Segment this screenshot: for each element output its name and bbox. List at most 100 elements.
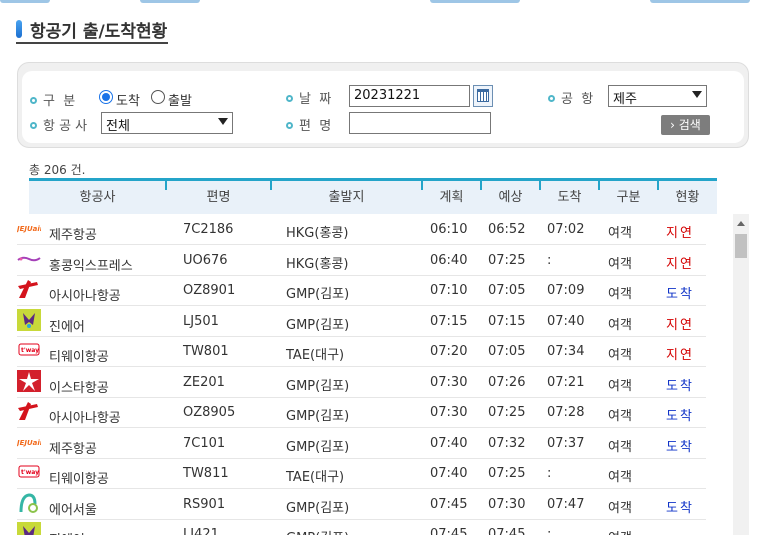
planned-cell: 07:40 (430, 435, 468, 451)
tway-logo: t'way (17, 339, 41, 361)
airline-cell: 제주항공 (49, 228, 97, 243)
expected-cell: 07:45 (488, 527, 526, 535)
svg-text:JEJUair: JEJUair (17, 439, 41, 447)
header-divider (598, 181, 600, 190)
search-panel: 구 분 도착 출발 날 짜 20231221 공 항 제주 항 공 사 전체 편… (17, 62, 749, 148)
title-accent-bar (16, 20, 22, 38)
status-cell: 지연 (666, 317, 694, 333)
header-flight: 편명 (206, 190, 231, 205)
arrival-cell: 07:02 (547, 222, 585, 237)
airline-cell: 홍콩익스프레스 (49, 258, 133, 274)
airline-cell: 진에어 (49, 319, 85, 335)
table-row: 에어서울 RS901 GMP(김포) 07:45 07:30 07:47 여객 도착 (17, 489, 706, 520)
origin-cell: TAE(대구) (286, 470, 345, 485)
arrival-cell: 07:37 (547, 435, 585, 451)
flight-input[interactable] (349, 112, 491, 134)
air-seoul-logo (17, 492, 41, 514)
origin-cell: HKG(홍콩) (286, 256, 349, 272)
status-cell: 지연 (666, 226, 694, 241)
search-button[interactable]: › 검색 (661, 115, 710, 135)
radio-arrival[interactable] (99, 90, 113, 104)
airline-cell: 진에어 (49, 529, 85, 535)
asiana-logo (17, 400, 41, 422)
planned-cell: 07:40 (430, 466, 468, 481)
table-row: t'way 티웨이항공 TW801 TAE(대구) 07:20 07:05 07:34 여객 지… (17, 336, 706, 367)
flight-cell: 7C2186 (183, 222, 234, 237)
expected-cell: 07:26 (488, 374, 526, 390)
type-cell: 여객 (608, 226, 632, 241)
flight-cell: 7C101 (183, 435, 226, 451)
arrival-cell: 07:28 (547, 405, 585, 420)
svg-text:JEJUair: JEJUair (17, 225, 41, 233)
jin-air-logo (17, 522, 41, 535)
arrival-cell: : (547, 466, 552, 481)
date-input[interactable]: 20231221 (349, 85, 470, 107)
scrollbar[interactable] (733, 214, 749, 535)
expected-cell: 07:25 (488, 405, 526, 420)
airline-cell: 제주항공 (49, 441, 97, 457)
status-cell: 도착 (666, 500, 694, 516)
airline-cell: 아시아나항공 (49, 411, 121, 426)
origin-cell: GMP(김포) (286, 287, 350, 302)
table-row: 이스타항공 ZE201 GMP(김포) 07:30 07:26 07:21 여객 도착 (17, 367, 706, 398)
flight-cell: OZ8901 (183, 283, 236, 298)
origin-cell: GMP(김포) (286, 439, 350, 455)
expected-cell: 07:30 (488, 496, 526, 512)
flight-cell: TW811 (183, 466, 229, 481)
header-planned: 계획 (439, 190, 464, 205)
airline-cell: 이스타항공 (49, 380, 109, 396)
table-row: JEJUair 제주항공 7C101 GMP(김포) 07:40 07:32 07:37 여객… (15, 428, 706, 459)
flight-cell: LJ501 (183, 313, 219, 329)
origin-cell: GMP(김포) (286, 317, 350, 333)
jeju-air-logo: JEJUair (15, 217, 44, 239)
expected-cell: 07:32 (488, 435, 526, 451)
flight-cell: LJ421 (183, 527, 219, 535)
header-divider (421, 181, 423, 190)
status-cell: 지연 (666, 256, 694, 272)
type-cell: 여객 (608, 378, 632, 394)
table-header: 항공사 편명 출발지 계획 예상 도착 구분 현황 (29, 178, 717, 214)
expected-cell: 07:05 (488, 344, 526, 359)
radio-arrival-label[interactable]: 도착 (116, 90, 140, 109)
jeju-air-logo: JEJUair (15, 431, 44, 453)
radio-departure-label[interactable]: 출발 (168, 90, 192, 109)
airline-cell: 티웨이항공 (49, 350, 109, 365)
header-divider (270, 181, 272, 190)
type-cell: 여객 (608, 287, 632, 302)
header-origin: 출발지 (328, 190, 365, 205)
scroll-up-icon[interactable] (737, 221, 745, 226)
planned-cell: 07:10 (430, 283, 468, 298)
header-divider (539, 181, 541, 190)
scrollbar-thumb[interactable] (735, 234, 747, 258)
airline-select[interactable]: 전체 (101, 112, 233, 134)
calendar-icon[interactable] (473, 85, 493, 107)
table-row: 아시아나항공 OZ8901 GMP(김포) 07:10 07:05 07:09 여객 도착 (17, 275, 706, 306)
expected-cell: 06:52 (488, 222, 526, 237)
hk-express-logo (17, 248, 41, 270)
eastar-logo (17, 369, 41, 392)
expected-cell: 07:05 (488, 283, 526, 298)
header-status: 현황 (675, 190, 700, 205)
table-row: 홍콩익스프레스 UO676 HKG(홍콩) 06:40 07:25: 여객 지연 (17, 245, 706, 276)
origin-cell: HKG(홍콩) (286, 226, 349, 241)
table-row: JEJUair 제주항공 7C2186 HKG(홍콩) 06:10 06:52 07:02 여… (15, 214, 706, 245)
status-cell: 지연 (666, 348, 694, 363)
date-label: 날 짜 (286, 88, 331, 107)
arrival-cell: 07:47 (547, 496, 585, 512)
total-count: 총 206 건. (29, 163, 86, 177)
status-cell: 도착 (666, 287, 694, 302)
airport-label: 공 항 (548, 88, 593, 107)
airport-select[interactable]: 제주 (608, 85, 707, 107)
arrival-cell: 07:21 (547, 374, 585, 390)
airline-label: 항 공 사 (30, 115, 87, 134)
table-row: 아시아나항공 OZ8905 GMP(김포) 07:30 07:25 07:28 여객 도착 (17, 397, 706, 428)
status-cell: 도착 (666, 378, 694, 394)
flight-cell: ZE201 (183, 374, 225, 390)
airport-select-value: 제주 (613, 92, 637, 107)
tway-logo: t'way (17, 461, 41, 483)
origin-cell: GMP(김포) (286, 527, 349, 535)
radio-departure[interactable] (151, 90, 165, 104)
header-expected: 예상 (498, 190, 523, 205)
type-cell: 여객 (608, 317, 632, 333)
planned-cell: 07:20 (430, 344, 468, 359)
